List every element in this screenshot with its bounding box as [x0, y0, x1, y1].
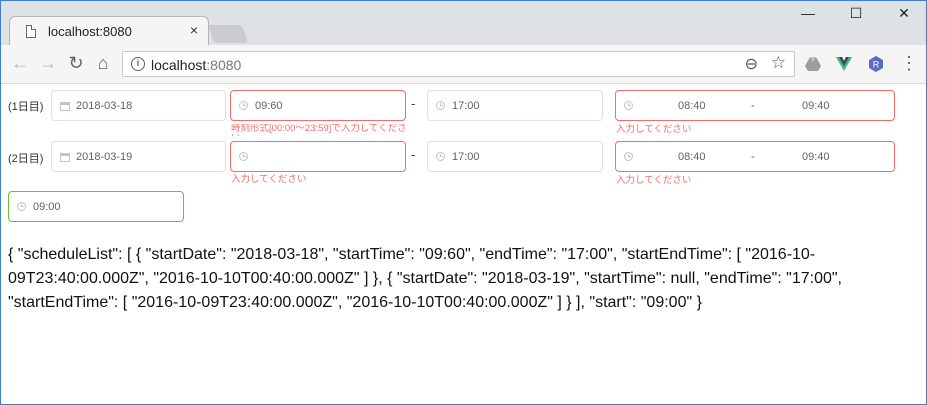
range-separator: -	[751, 100, 755, 112]
time-separator: -	[411, 96, 416, 111]
url-port: :8080	[206, 57, 242, 73]
new-tab-button[interactable]	[207, 25, 249, 43]
end-time-value: 17:00	[452, 100, 480, 112]
page-icon	[26, 25, 36, 38]
end-time-value: 17:00	[452, 151, 480, 163]
browser-tab[interactable]: localhost:8080 ×	[9, 16, 209, 46]
clock-icon	[436, 152, 445, 161]
end-time-input[interactable]: 17:00	[427, 90, 603, 121]
clock-icon	[239, 152, 248, 161]
clock-icon	[624, 152, 633, 161]
range-start-value: 08:40	[678, 100, 706, 112]
maximize-button[interactable]: ☐	[841, 5, 871, 22]
tab-title: localhost:8080	[48, 24, 132, 39]
start-time-input[interactable]	[230, 141, 406, 172]
address-bar[interactable]: i localhost:8080 ⊖ ☆	[122, 51, 795, 77]
start-date-picker[interactable]: 2018-03-18	[51, 90, 226, 121]
r-extension-icon[interactable]: R	[867, 55, 885, 73]
drive-extension-icon[interactable]	[804, 55, 822, 73]
start-time-error: 時刻形式[00:00〜23:59]で入力してください	[231, 124, 407, 136]
title-bar: localhost:8080 × — ☐ ✕	[1, 1, 926, 46]
time-range-picker[interactable]: 08:40 - 09:40	[615, 141, 895, 172]
time-range-error: 入力してください	[616, 175, 692, 186]
clock-icon	[239, 101, 248, 110]
back-button[interactable]: ←	[9, 53, 31, 73]
minimize-button[interactable]: —	[793, 5, 823, 21]
forward-button[interactable]: →	[37, 53, 59, 73]
clock-icon	[17, 202, 26, 211]
calendar-icon	[60, 102, 70, 111]
r-extension-letter: R	[873, 60, 880, 70]
reload-button[interactable]: ↻	[65, 53, 87, 73]
calendar-icon	[60, 153, 70, 162]
start-date-picker[interactable]: 2018-03-19	[51, 141, 226, 172]
range-separator: -	[751, 151, 755, 163]
start-time-error: 入力してください	[231, 174, 307, 185]
zoom-icon[interactable]: ⊖	[745, 54, 758, 74]
start-time-picker[interactable]: 09:00	[8, 191, 184, 222]
browser-toolbar: ← → ↻ ⌂ i localhost:8080 ⊖ ☆ R ⋮	[1, 45, 926, 84]
start-time-input[interactable]: 09:60	[230, 90, 406, 121]
range-end-value: 09:40	[802, 100, 830, 112]
home-button[interactable]: ⌂	[92, 53, 114, 73]
time-range-error: 入力してください	[616, 124, 692, 135]
tab-close-icon[interactable]: ×	[190, 22, 198, 38]
end-time-input[interactable]: 17:00	[427, 141, 603, 172]
close-window-button[interactable]: ✕	[889, 5, 919, 22]
url-text: localhost:8080	[151, 57, 241, 73]
vue-devtools-icon[interactable]	[835, 55, 853, 73]
range-end-value: 09:40	[802, 151, 830, 163]
start-value: 09:00	[33, 201, 61, 213]
day-label: (1日目)	[8, 101, 44, 113]
start-time-value: 09:60	[255, 100, 283, 112]
info-icon[interactable]: i	[131, 57, 145, 71]
time-separator: -	[411, 147, 416, 162]
clock-icon	[436, 101, 445, 110]
clock-icon	[624, 101, 633, 110]
json-output: { "scheduleList": [ { "startDate": "2018…	[8, 246, 842, 311]
url-host: localhost	[151, 57, 207, 73]
start-date-value: 2018-03-18	[76, 100, 133, 112]
time-range-picker[interactable]: 08:40 - 09:40	[615, 90, 895, 121]
start-date-value: 2018-03-19	[76, 151, 133, 163]
menu-icon[interactable]: ⋮	[898, 53, 920, 73]
range-start-value: 08:40	[678, 151, 706, 163]
day-label: (2日目)	[8, 153, 44, 165]
bookmark-star-icon[interactable]: ☆	[771, 53, 786, 73]
